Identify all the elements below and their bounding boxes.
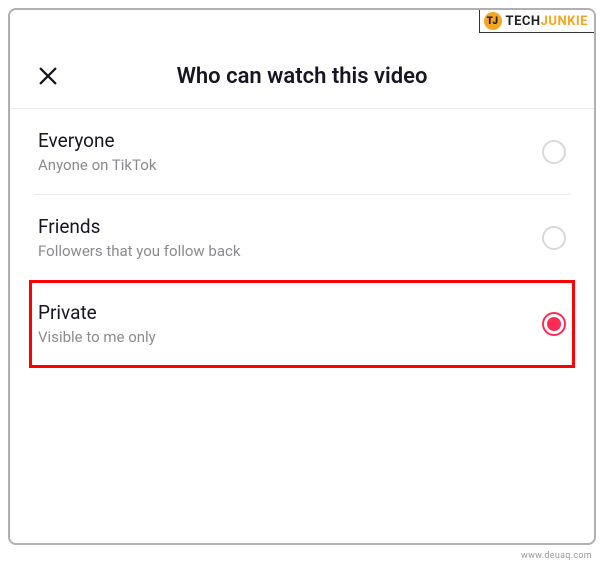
badge-text: TECHJUNKIE bbox=[506, 14, 588, 29]
radio-selected-icon bbox=[542, 312, 566, 336]
app-frame: TECHJUNKIE Who can watch this video Ever… bbox=[8, 8, 596, 545]
badge-suffix: JUNKIE bbox=[541, 14, 588, 29]
option-friends[interactable]: Friends Followers that you follow back bbox=[34, 195, 570, 281]
option-text: Everyone Anyone on TikTok bbox=[38, 129, 156, 174]
radio-icon bbox=[542, 226, 566, 250]
option-label: Private bbox=[38, 301, 156, 324]
option-description: Visible to me only bbox=[38, 328, 156, 346]
option-text: Private Visible to me only bbox=[38, 301, 156, 346]
option-private[interactable]: Private Visible to me only bbox=[30, 281, 574, 367]
option-label: Friends bbox=[38, 215, 240, 238]
source-badge: TECHJUNKIE bbox=[479, 10, 594, 33]
badge-prefix: TECH bbox=[506, 14, 541, 29]
modal-title: Who can watch this video bbox=[34, 64, 570, 89]
option-description: Anyone on TikTok bbox=[38, 156, 156, 174]
option-everyone[interactable]: Everyone Anyone on TikTok bbox=[34, 109, 570, 195]
modal-header: Who can watch this video bbox=[10, 38, 594, 109]
radio-icon bbox=[542, 140, 566, 164]
watermark-text: www.deuaq.com bbox=[521, 551, 592, 561]
option-text: Friends Followers that you follow back bbox=[38, 215, 240, 260]
option-label: Everyone bbox=[38, 129, 156, 152]
option-description: Followers that you follow back bbox=[38, 242, 240, 260]
privacy-options-list: Everyone Anyone on TikTok Friends Follow… bbox=[10, 109, 594, 367]
techjunkie-logo-icon bbox=[484, 12, 502, 30]
